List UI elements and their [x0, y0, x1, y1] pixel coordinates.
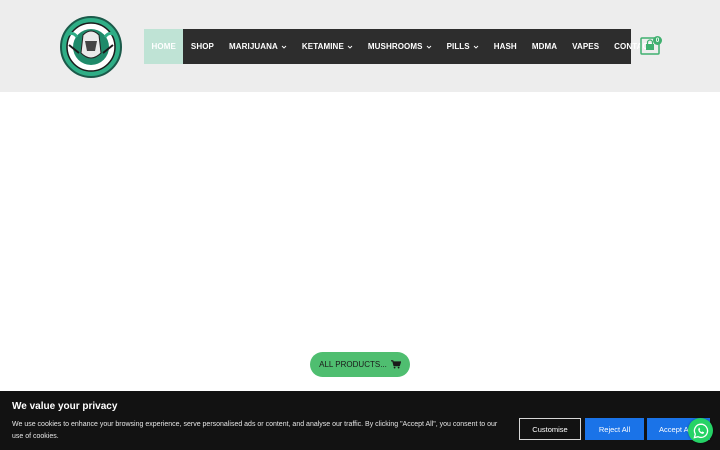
nav-item-pills[interactable]: PILLS — [439, 29, 486, 64]
nav-item-hash[interactable]: HASH — [486, 29, 524, 64]
reject-all-button[interactable]: Reject All — [585, 418, 644, 440]
nav-item-shop[interactable]: SHOP — [183, 29, 221, 64]
store-logo-icon[interactable] — [59, 15, 123, 79]
nav-item-vapes[interactable]: VAPES — [565, 29, 607, 64]
main-nav: HOME SHOP MARIJUANA KETAMINE MUSHROOMS PILLS H… — [144, 29, 653, 64]
nav-item-label: PILLS — [446, 42, 470, 51]
nav-item-home[interactable]: HOME — [144, 29, 184, 64]
shopping-cart-icon — [390, 360, 401, 369]
nav-item-ketamine[interactable]: KETAMINE — [294, 29, 360, 64]
nav-item-label: KETAMINE — [301, 42, 344, 51]
nav-item-label: MDMA — [531, 42, 558, 51]
page: HOME SHOP MARIJUANA KETAMINE MUSHROOMS PILLS H… — [0, 0, 720, 450]
all-products-button[interactable]: ALL PRODUCTS... — [310, 352, 410, 377]
chevron-down-icon — [426, 44, 432, 50]
cookie-text: We use cookies to enhance your browsing … — [12, 421, 498, 440]
all-products-label: ALL PRODUCTS... — [319, 360, 387, 369]
nav-item-marijuana[interactable]: MARIJUANA — [221, 29, 294, 64]
nav-item-mdma[interactable]: MDMA — [524, 29, 564, 64]
customise-button[interactable]: Customise — [519, 418, 581, 440]
nav-item-label: MUSHROOMS — [367, 42, 423, 51]
whatsapp-icon[interactable] — [688, 418, 713, 443]
nav-item-label: VAPES — [572, 42, 600, 51]
chevron-down-icon — [347, 44, 353, 50]
cart-count-badge: 0 — [653, 36, 662, 45]
nav-item-label: HASH — [493, 42, 517, 51]
chevron-down-icon — [281, 44, 287, 50]
nav-item-mushrooms[interactable]: MUSHROOMS — [360, 29, 439, 64]
chevron-down-icon — [473, 44, 479, 50]
site-header: HOME SHOP MARIJUANA KETAMINE MUSHROOMS PILLS H… — [0, 0, 720, 92]
nav-item-label: HOME — [151, 42, 176, 51]
cookie-title: We value your privacy — [12, 401, 118, 412]
nav-item-label: SHOP — [190, 42, 214, 51]
nav-item-label: MARIJUANA — [228, 42, 278, 51]
